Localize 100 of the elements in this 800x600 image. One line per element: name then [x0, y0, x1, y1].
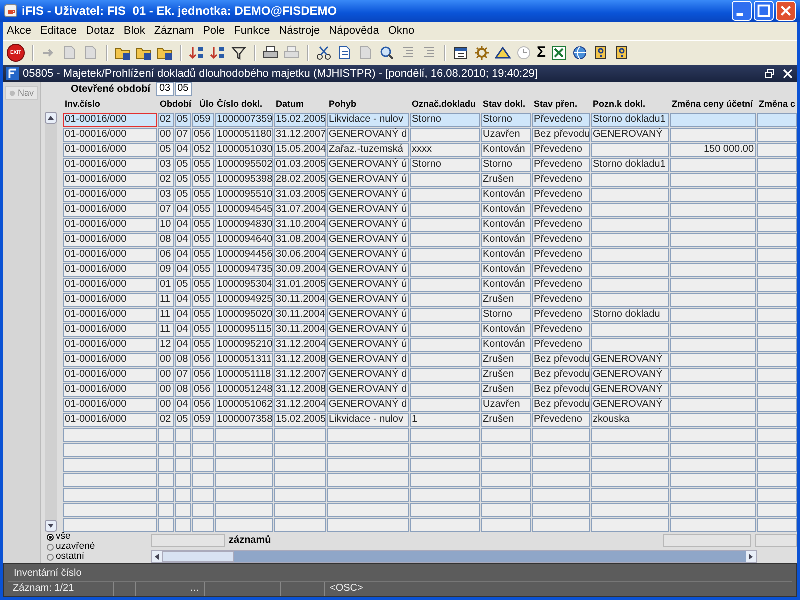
table-cell: 1: [410, 413, 480, 427]
close-icon[interactable]: [783, 68, 793, 78]
open-period-field[interactable]: 03: [156, 82, 174, 96]
table-cell: 01: [158, 278, 174, 292]
radio-option[interactable]: vše: [47, 532, 152, 542]
table-cell: Bez převodu: [532, 368, 590, 382]
table-cell: GENEROVANÝ: [591, 383, 670, 397]
table-cell: Uzavřen: [481, 398, 532, 412]
form-title: 05805 - Majetek/Prohlížení dokladů dlouhodobého majetku (MJHISTPR) - [pondělí, 16.08.2010; 19:40:29]: [23, 68, 539, 80]
table-cell: 31.12.2004: [274, 398, 326, 412]
scissors-icon[interactable]: [316, 45, 332, 61]
vertical-scrollbar[interactable]: [45, 112, 58, 532]
table-cell: 056: [192, 383, 214, 397]
printer-icon[interactable]: [263, 45, 279, 61]
menu-item[interactable]: Pole: [203, 25, 226, 37]
radio-option[interactable]: ostatní: [47, 552, 152, 562]
sort-icon[interactable]: [210, 45, 226, 61]
table-cell: 01-00016/000: [63, 398, 158, 412]
table-cell: 1000095115: [215, 323, 274, 337]
table-cell: 07: [158, 203, 174, 217]
maximize-icon[interactable]: [754, 1, 774, 21]
table-cell: 055: [192, 158, 214, 172]
calendar-icon[interactable]: [453, 45, 469, 61]
table-cell: 01-00016/000: [63, 293, 158, 307]
table-cell: Kontován: [481, 278, 532, 292]
table-cell: 11: [158, 323, 174, 337]
table-cell: 055: [192, 203, 214, 217]
table-cell: Převedeno: [532, 308, 590, 322]
menu-item[interactable]: Akce: [7, 25, 32, 37]
clock-icon[interactable]: [516, 45, 532, 61]
menu-item[interactable]: Editace: [40, 25, 78, 37]
menu-item[interactable]: Funkce: [234, 25, 270, 37]
filter-icon[interactable]: [231, 45, 247, 61]
table-cell: 02: [158, 113, 174, 127]
menu-item[interactable]: Okno: [388, 25, 415, 37]
table-cell: 1000007358: [215, 413, 274, 427]
radio-button[interactable]: [47, 534, 54, 540]
menu-item[interactable]: Nápověda: [329, 25, 380, 37]
globe-icon[interactable]: [572, 45, 588, 61]
table-cell: GENEROVANÝ ú: [327, 158, 410, 172]
table-cell: 1000051062: [215, 398, 274, 412]
sum-button[interactable]: Σ: [537, 45, 546, 61]
table-cell: Převedeno: [532, 293, 590, 307]
table-cell: 1000095502: [215, 158, 274, 172]
table-cell: 05: [175, 278, 192, 292]
table-cell: GENEROVANÝ: [591, 398, 670, 412]
menu-item[interactable]: Nástroje: [279, 25, 320, 37]
radio-option[interactable]: uzavřené: [47, 542, 152, 552]
table-cell: Zrušen: [481, 368, 532, 382]
scroll-thumb[interactable]: [162, 551, 234, 562]
horizontal-scrollbar[interactable]: [151, 550, 758, 563]
table-cell: 1000095510: [215, 188, 274, 202]
table-cell: 05: [175, 113, 192, 127]
table-cell: 04: [175, 293, 192, 307]
table-cell: 055: [192, 308, 214, 322]
table-cell: 01-00016/000: [63, 173, 158, 187]
table-cell: Převedeno: [532, 188, 590, 202]
table-cell: GENEROVANÝ d: [327, 383, 410, 397]
scroll-up-icon[interactable]: [45, 112, 58, 124]
table-cell: 04: [175, 248, 192, 262]
radio-button[interactable]: [47, 544, 54, 550]
triangle-icon[interactable]: [495, 45, 511, 61]
table-cell: GENEROVANÝ d: [327, 353, 410, 367]
table-cell: Zařaz.-tuzemská: [327, 143, 410, 157]
gear-icon[interactable]: [474, 45, 490, 61]
radio-button[interactable]: [47, 554, 54, 560]
table-cell: GENEROVANÝ ú: [327, 173, 410, 187]
table-cell: 04: [175, 323, 192, 337]
table-cell: 01-00016/000: [63, 323, 158, 337]
scroll-down-icon[interactable]: [45, 520, 58, 532]
menu-item[interactable]: Blok: [124, 25, 146, 37]
document-icon[interactable]: [337, 45, 353, 61]
sort-icon[interactable]: [189, 45, 205, 61]
open-period-field[interactable]: 05: [174, 82, 192, 96]
restore-icon[interactable]: [765, 68, 775, 78]
table-cell: 31.12.2004: [274, 338, 326, 352]
search-icon[interactable]: [379, 45, 395, 61]
menu-item[interactable]: Záznam: [154, 25, 194, 37]
table-cell: 1000051030: [215, 143, 274, 157]
table-cell: 1000051180: [215, 128, 274, 142]
table-cell: Kontován: [481, 143, 532, 157]
table-cell: 056: [192, 368, 214, 382]
table-cell: 1000051311: [215, 353, 274, 367]
table-cell: Likvidace - nulov: [327, 413, 410, 427]
table-cell: GENEROVANÝ ú: [327, 323, 410, 337]
column-header: Označ.dokladu: [411, 99, 478, 109]
table-cell: Převedeno: [532, 278, 590, 292]
table-cell: Zrušen: [481, 353, 532, 367]
menu-item[interactable]: Dotaz: [86, 25, 115, 37]
table-cell: 00: [158, 128, 174, 142]
minimize-icon[interactable]: [732, 1, 752, 21]
table-cell: 30.11.2004: [274, 308, 326, 322]
table-cell: Převedeno: [532, 158, 590, 172]
spreadsheet-icon[interactable]: [551, 45, 568, 61]
table-cell: 05: [175, 173, 192, 187]
table-cell: Zrušen: [481, 413, 532, 427]
table-cell: 1000007359: [215, 113, 274, 127]
table-cell: Převedeno: [532, 413, 590, 427]
table-cell: 055: [192, 278, 214, 292]
table-cell: 01-00016/000: [63, 188, 158, 202]
